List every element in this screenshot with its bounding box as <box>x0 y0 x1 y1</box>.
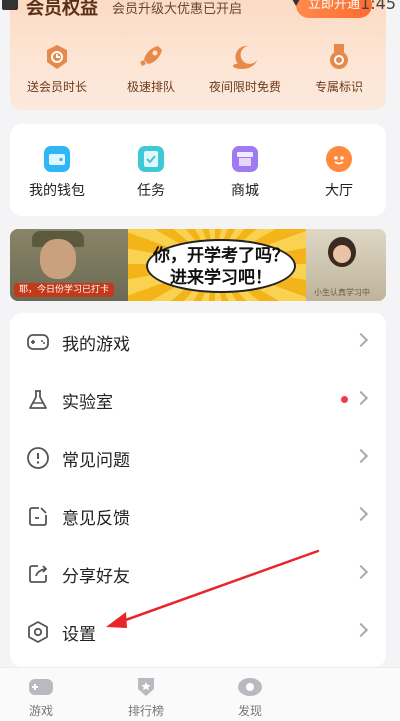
vip-benefit-label: 送会员时长 <box>26 80 87 94</box>
tab-label: 发现 <box>237 704 262 718</box>
vip-benefits-card[interactable]: 会员权益 会员升级大优惠已开启 立即开通 送会员时长 极速排队 夜间限时免费 专… <box>10 0 386 110</box>
vip-benefit-label: 夜间限时免费 <box>208 80 281 94</box>
promo-banner[interactable]: 耶，今日份学习已打卡 你，开学考了吗？ 进来学习吧！ 小生认真学习中 <box>10 229 386 301</box>
menu-item-faq[interactable]: 常见问题 <box>10 429 386 487</box>
banner-girl-image: 小生认真学习中 <box>306 229 386 301</box>
tab-ranking[interactable]: 排行榜 <box>82 668 210 721</box>
menu-item-my-games[interactable]: 我的游戏 <box>10 313 386 371</box>
vip-benefit-label: 专属标识 <box>314 80 363 94</box>
quick-access-card: 我的钱包 任务 商城 大厅 <box>10 124 386 216</box>
chevron-right-icon <box>353 564 369 580</box>
chevron-right-icon <box>353 448 369 464</box>
vip-benefit-night-free[interactable]: 夜间限时免费 <box>198 42 292 95</box>
quick-item-label: 商城 <box>231 183 259 199</box>
menu-item-settings[interactable]: 设置 <box>10 603 386 661</box>
tab-discover[interactable]: 发现 <box>210 668 290 721</box>
store-icon <box>232 146 258 172</box>
menu-list: 我的游戏 实验室 常见问题 意见反馈 分享好友 设置 <box>10 313 386 667</box>
vip-benefit-exclusive-badge[interactable]: 专属标识 <box>292 42 386 95</box>
banner-man-image: 耶，今日份学习已打卡 <box>10 229 128 301</box>
feedback-icon <box>26 504 50 528</box>
tab-label: 排行榜 <box>127 704 164 718</box>
ranking-icon <box>133 676 159 698</box>
vip-benefit-list: 送会员时长 极速排队 夜间限时免费 专属标识 <box>10 42 386 95</box>
menu-item-lab[interactable]: 实验室 <box>10 371 386 429</box>
alert-circle-icon <box>26 446 50 470</box>
discover-icon <box>237 676 263 698</box>
task-icon <box>138 146 164 172</box>
settings-hexagon-icon <box>26 620 50 644</box>
status-time: 1:45 <box>360 0 396 13</box>
gamepad-icon <box>26 330 50 354</box>
menu-item-label: 设置 <box>62 625 96 645</box>
quick-item-task[interactable]: 任务 <box>104 146 198 216</box>
quick-item-store[interactable]: 商城 <box>198 146 292 216</box>
clock-icon <box>42 42 72 72</box>
banner-caption: 小生认真学习中 <box>314 288 370 297</box>
quick-item-lobby[interactable]: 大厅 <box>292 146 386 216</box>
moon-icon <box>230 42 260 72</box>
status-bar: 1:45 <box>0 0 400 16</box>
vip-benefit-member-time[interactable]: 送会员时长 <box>10 42 104 95</box>
chevron-right-icon <box>353 332 369 348</box>
chevron-right-icon <box>353 390 369 406</box>
quick-item-label: 大厅 <box>325 183 353 199</box>
quick-item-label: 任务 <box>137 183 165 199</box>
menu-item-share[interactable]: 分享好友 <box>10 545 386 603</box>
flask-icon <box>26 388 50 412</box>
menu-item-label: 常见问题 <box>62 451 130 471</box>
rocket-icon <box>136 42 166 72</box>
quick-item-label: 我的钱包 <box>29 183 85 199</box>
tab-label: 游戏 <box>28 704 53 718</box>
chevron-right-icon <box>353 506 369 522</box>
banner-headline: 你，开学考了吗？ 进来学习吧！ <box>153 246 289 288</box>
medal-icon <box>324 42 354 72</box>
chevron-right-icon <box>353 622 369 638</box>
vip-benefit-fast-queue[interactable]: 极速排队 <box>104 42 198 95</box>
bottom-tab-bar: 游戏 排行榜 发现 <box>0 667 400 721</box>
wifi-icon <box>288 0 304 6</box>
menu-item-label: 我的游戏 <box>62 335 130 355</box>
notification-dot <box>341 396 348 403</box>
banner-tag: 耶，今日份学习已打卡 <box>14 283 115 297</box>
menu-item-feedback[interactable]: 意见反馈 <box>10 487 386 545</box>
notification-icon <box>2 0 18 10</box>
vip-benefit-label: 极速排队 <box>126 80 175 94</box>
gamepad-tab-icon <box>28 676 54 698</box>
tab-games[interactable]: 游戏 <box>0 668 82 721</box>
menu-item-label: 分享好友 <box>62 567 130 587</box>
lobby-icon <box>326 146 352 172</box>
menu-item-label: 意见反馈 <box>62 509 130 529</box>
quick-item-wallet[interactable]: 我的钱包 <box>10 146 104 216</box>
share-icon <box>26 562 50 586</box>
wallet-icon <box>44 146 70 172</box>
menu-item-label: 实验室 <box>62 393 113 413</box>
